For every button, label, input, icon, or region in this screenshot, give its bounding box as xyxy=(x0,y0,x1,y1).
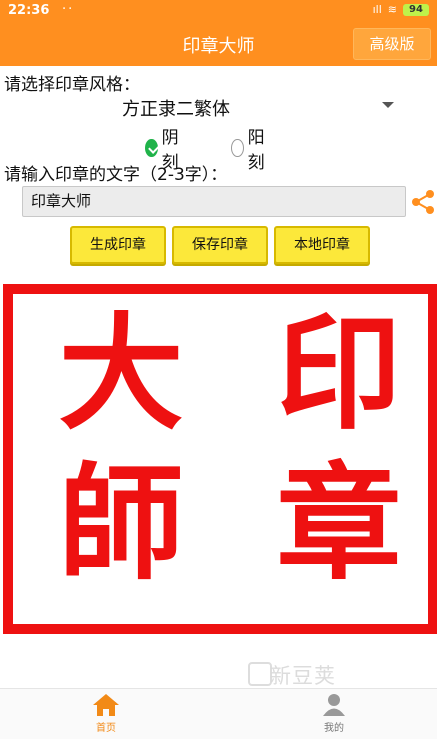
seal-text-input[interactable]: 印章大师 xyxy=(22,186,406,217)
seal-char: 章 xyxy=(276,451,402,597)
font-style-value: 方正隶二繁体 xyxy=(122,99,230,120)
nav-mine-label: 我的 xyxy=(324,723,344,734)
status-bar: 22:36 ·· ıll ≋ 94 xyxy=(0,0,437,22)
radio-unchecked-icon xyxy=(231,139,244,157)
watermark-text: 新豆荚 xyxy=(270,664,336,688)
battery-icon: 94 xyxy=(403,3,429,16)
status-right: ıll ≋ 94 xyxy=(373,3,429,16)
share-icon[interactable] xyxy=(410,188,436,216)
radio-checked-icon xyxy=(145,139,158,157)
user-icon xyxy=(323,694,345,716)
save-seal-button[interactable]: 保存印章 xyxy=(172,226,268,264)
wifi-icon: ≋ xyxy=(387,3,397,16)
radio-yang-label: 阳刻 xyxy=(247,128,265,173)
watermark-icon xyxy=(248,662,272,686)
font-style-select[interactable]: 方正隶二繁体 xyxy=(90,92,400,120)
signal-icon: ıll xyxy=(372,3,382,16)
generate-seal-button[interactable]: 生成印章 xyxy=(70,226,166,264)
status-dots: ·· xyxy=(62,2,75,17)
nav-home-label: 首页 xyxy=(96,723,116,734)
seal-char: 大 xyxy=(58,301,184,447)
seal-char: 印 xyxy=(276,301,402,447)
dropdown-arrow-icon xyxy=(382,102,394,108)
local-seal-button[interactable]: 本地印章 xyxy=(274,226,370,264)
nav-mine[interactable]: 我的 xyxy=(294,693,374,734)
home-icon xyxy=(93,694,119,716)
nav-home[interactable]: 首页 xyxy=(66,693,146,734)
pro-version-button[interactable]: 高级版 xyxy=(353,28,431,60)
seal-preview: 印 章 大 師 xyxy=(3,284,437,634)
app-bar: 印章大师 高级版 xyxy=(0,22,437,66)
radio-yang[interactable]: 阳刻 xyxy=(231,123,270,173)
status-time: 22:36 xyxy=(8,3,50,18)
bottom-navigation: 首页 我的 xyxy=(0,688,437,739)
seal-char: 師 xyxy=(58,451,184,597)
seal-text-label: 请输入印章的文字（2-3字）： xyxy=(4,165,228,185)
